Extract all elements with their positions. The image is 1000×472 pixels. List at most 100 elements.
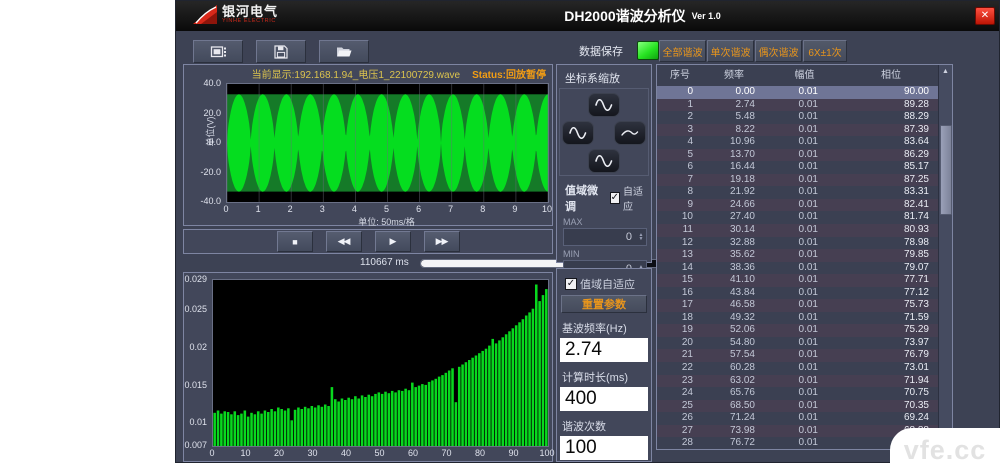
zoom-down-button[interactable]: [588, 149, 620, 173]
table-row[interactable]: 821.920.0183.31: [657, 186, 939, 199]
auto-adapt-checkbox[interactable]: ✓ 自适应: [610, 183, 647, 213]
table-cell: 71.94: [844, 375, 938, 388]
table-row[interactable]: 1643.840.0177.12: [657, 287, 939, 300]
table-cell: 0.01: [765, 186, 844, 199]
table-row[interactable]: 2465.760.0170.75: [657, 387, 939, 400]
table-cell: 0.01: [765, 437, 844, 450]
table-row[interactable]: 1232.880.0178.98: [657, 237, 939, 250]
filter-all-harmonics-button[interactable]: 全部谐波: [659, 40, 706, 62]
table-cell: 15: [657, 274, 703, 287]
table-cell: 30.14: [703, 224, 765, 237]
close-button[interactable]: ✕: [975, 7, 995, 25]
zoom-right-button[interactable]: [614, 121, 646, 145]
scrollbar-thumb[interactable]: [940, 125, 952, 215]
table-cell: 76.72: [703, 437, 765, 450]
table-cell: 80.93: [844, 224, 938, 237]
table-cell: 77.12: [844, 287, 938, 300]
waveform-x-tick: 0: [223, 204, 228, 214]
table-cell: 21: [657, 349, 703, 362]
waveform-x-tick: 6: [416, 204, 421, 214]
max-spinner[interactable]: 0 ▲▼: [563, 228, 647, 246]
stop-button[interactable]: ■: [277, 231, 313, 252]
table-row[interactable]: 2363.020.0171.94: [657, 375, 939, 388]
table-cell: 43.84: [703, 287, 765, 300]
table-row[interactable]: 1849.320.0171.59: [657, 312, 939, 325]
table-cell: 10: [657, 211, 703, 224]
table-row[interactable]: 1746.580.0175.73: [657, 299, 939, 312]
save-button[interactable]: [256, 40, 306, 63]
table-row[interactable]: 2568.500.0170.35: [657, 400, 939, 413]
table-scrollbar[interactable]: ▲ ▼: [938, 65, 952, 449]
table-row[interactable]: 25.480.0188.29: [657, 111, 939, 124]
filter-6x1-button[interactable]: 6X±1次: [803, 40, 847, 62]
table-cell: 6: [657, 161, 703, 174]
table-row[interactable]: 1438.360.0179.07: [657, 262, 939, 275]
spectrum-x-tick: 50: [374, 448, 384, 458]
status-label: Status:回放暂停: [472, 66, 546, 81]
table-cell: 82.41: [844, 199, 938, 212]
table-cell: 70.35: [844, 400, 938, 413]
open-file-button[interactable]: [319, 40, 369, 63]
scroll-up-icon[interactable]: ▲: [939, 65, 952, 78]
spectrum-y-tick: 0.01: [189, 417, 207, 427]
table-row[interactable]: 2671.240.0169.24: [657, 412, 939, 425]
col-phase: 相位: [844, 65, 938, 86]
harmonic-order-input[interactable]: 100: [560, 436, 648, 460]
rewind-button[interactable]: ◀◀: [326, 231, 362, 252]
table-row[interactable]: 924.660.0182.41: [657, 199, 939, 212]
table-row[interactable]: 513.700.0186.29: [657, 149, 939, 162]
table-row[interactable]: 2260.280.0173.01: [657, 362, 939, 375]
table-row[interactable]: 1541.100.0177.71: [657, 274, 939, 287]
reset-params-button[interactable]: 重置参数: [561, 295, 647, 313]
table-cell: 0.01: [765, 237, 844, 250]
table-row[interactable]: 00.000.0190.00: [657, 86, 939, 99]
coordinate-zoom-title: 坐标系缩放: [565, 70, 651, 86]
value-auto-range-checkbox[interactable]: ✓ 值域自适应: [565, 276, 635, 292]
table-cell: 90.00: [844, 86, 938, 99]
table-row[interactable]: 2054.800.0173.97: [657, 337, 939, 350]
fundamental-freq-label: 基波频率(Hz): [562, 320, 651, 336]
waveform-x-axis-label: 单位: 50ms/格: [226, 215, 547, 228]
filter-single-harmonics-button[interactable]: 单次谐波: [707, 40, 754, 62]
table-row[interactable]: 1027.400.0181.74: [657, 211, 939, 224]
fast-forward-button[interactable]: ▶▶: [424, 231, 460, 252]
waveform-plot[interactable]: [226, 83, 549, 203]
calc-duration-input[interactable]: 400: [560, 387, 648, 411]
waveform-x-tick: 2: [288, 204, 293, 214]
harmonics-table: 序号 频率 幅值 相位 00.000.0190.0012.740.0189.28…: [656, 64, 953, 450]
table-cell: 0.01: [765, 287, 844, 300]
waveform-x-tick: 8: [480, 204, 485, 214]
logo-name: 银河电气: [222, 5, 278, 18]
table-row[interactable]: 12.740.0189.28: [657, 99, 939, 112]
spectrum-plot[interactable]: [212, 279, 549, 447]
device-button[interactable]: [193, 40, 243, 63]
checkbox-check-icon: ✓: [610, 192, 620, 204]
table-header: 序号 频率 幅值 相位: [657, 65, 952, 87]
table-cell: 8.22: [703, 124, 765, 137]
spectrum-x-tick: 20: [274, 448, 284, 458]
table-row[interactable]: 2157.540.0176.79: [657, 349, 939, 362]
table-row[interactable]: 616.440.0185.17: [657, 161, 939, 174]
table-cell: 0.01: [765, 111, 844, 124]
table-row[interactable]: 1952.060.0175.29: [657, 324, 939, 337]
playback-bar: ■ ◀◀ ▶ ▶▶: [183, 229, 553, 254]
data-save-led[interactable]: [637, 41, 659, 60]
table-row[interactable]: 1130.140.0180.93: [657, 224, 939, 237]
zoom-left-button[interactable]: [562, 121, 594, 145]
spectrum-x-tick: 0: [209, 448, 214, 458]
table-row[interactable]: 719.180.0187.25: [657, 174, 939, 187]
play-button[interactable]: ▶: [375, 231, 411, 252]
table-cell: 79.85: [844, 249, 938, 262]
table-row[interactable]: 38.220.0187.39: [657, 124, 939, 137]
table-cell: 17: [657, 299, 703, 312]
zoom-up-button[interactable]: [588, 93, 620, 117]
filter-even-harmonics-button[interactable]: 偶次谐波: [755, 40, 802, 62]
max-label: MAX: [563, 217, 651, 227]
spectrum-y-tick: 0.015: [184, 380, 207, 390]
table-row[interactable]: 410.960.0183.64: [657, 136, 939, 149]
spinner-down-icon: ▼: [639, 237, 644, 241]
table-row[interactable]: 1335.620.0179.85: [657, 249, 939, 262]
table-cell: 16.44: [703, 161, 765, 174]
fundamental-freq-input[interactable]: 2.74: [560, 338, 648, 362]
table-cell: 49.32: [703, 312, 765, 325]
